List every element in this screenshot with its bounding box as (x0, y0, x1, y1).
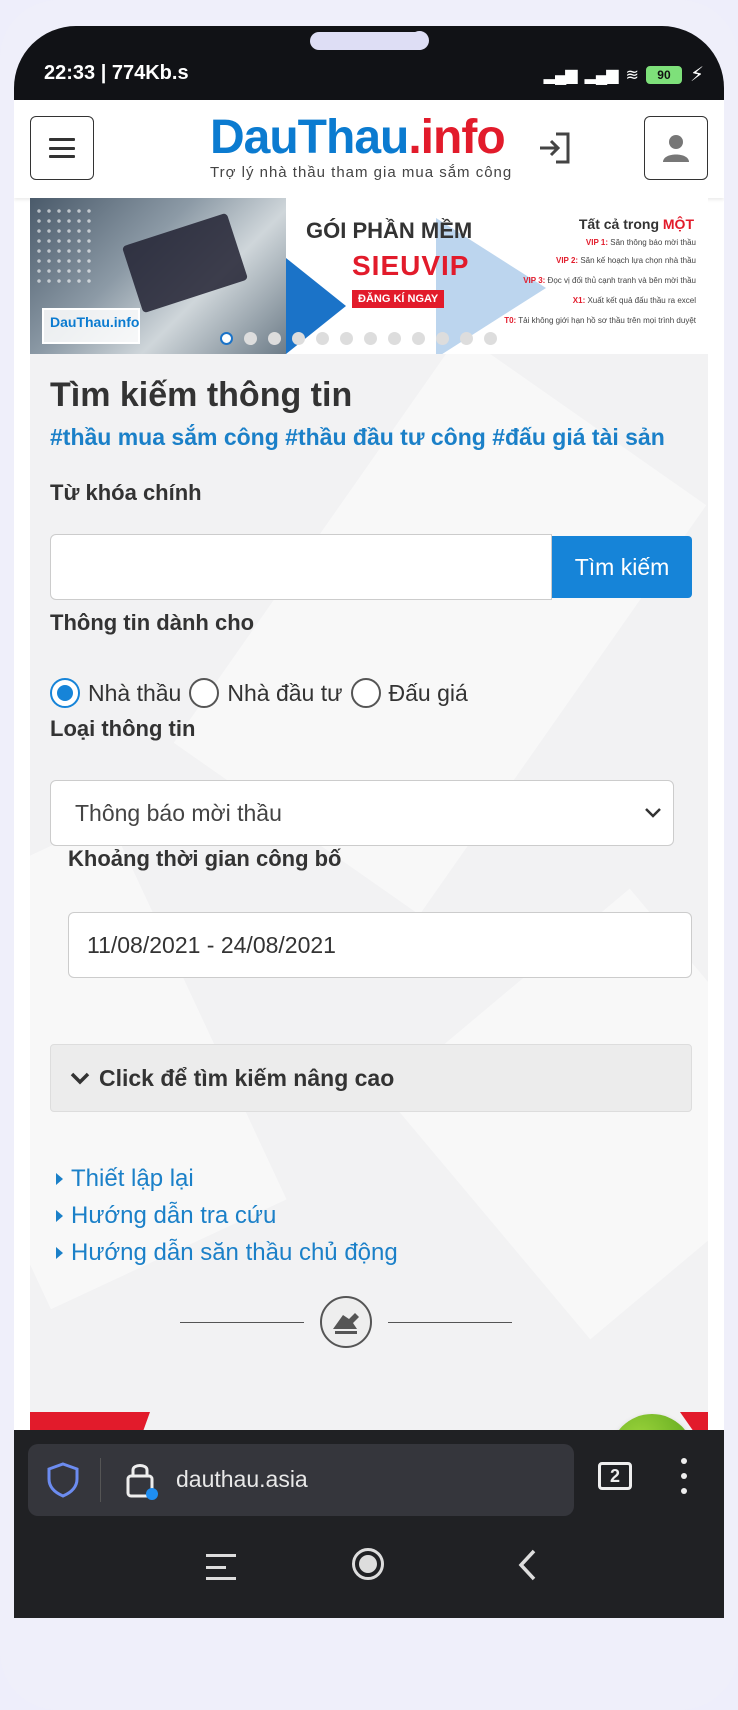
slider-dot[interactable] (460, 332, 473, 345)
slider-dot[interactable] (292, 332, 305, 345)
login-icon[interactable] (534, 128, 574, 168)
banner-product: SIEUVIP (352, 250, 470, 281)
slider-dot[interactable] (340, 332, 353, 345)
radio-label: Nhà thầu (88, 679, 182, 706)
advanced-search-label: Click để tìm kiếm nâng cao (99, 1064, 395, 1091)
slider-dot[interactable] (436, 332, 449, 345)
search-title: Tìm kiếm thông tin (50, 376, 353, 414)
recent-apps-icon[interactable] (206, 1554, 236, 1580)
radio-checked-icon (50, 678, 80, 708)
slider-dot[interactable] (268, 332, 281, 345)
site-header: DauThau.info Trợ lý nhà thầu tham gia mu… (14, 100, 724, 198)
caret-right-icon (56, 1172, 63, 1185)
type-select-value: Thông báo mời thầu (75, 800, 282, 826)
radio-unchecked-icon (350, 678, 381, 708)
tab-switcher-button[interactable]: 2 (598, 1462, 632, 1490)
menu-button[interactable] (30, 116, 94, 180)
browser-toolbar: dauthau.asia 2 (14, 1430, 724, 1518)
search-tags: #thầu mua sắm công #thầu đầu tư công #đấ… (50, 424, 665, 450)
banner-cta: ĐĂNG KÍ NGAY (352, 290, 445, 308)
banner-feature: X1: Xuất kết quả đấu thầu ra excel (572, 296, 696, 305)
user-icon (663, 135, 689, 162)
front-camera (410, 31, 429, 50)
status-time: 22:33 | 774Kb.s (44, 62, 189, 84)
search-panel: Tìm kiếm thông tin #thầu mua sắm công #t… (30, 354, 708, 1430)
radio-unchecked-icon (189, 678, 220, 708)
section-divider (180, 1292, 580, 1352)
banner-features: Tất cả trong MỘT VIP 1: Săn thông báo mờ… (504, 198, 708, 354)
logo-wordmark: DauThau.info (210, 112, 530, 164)
banner-features-title: Tất cả trong MỘT (578, 216, 694, 232)
news-ticker (30, 1412, 708, 1430)
slider-dot[interactable] (484, 332, 497, 345)
hamburger-icon (49, 138, 75, 158)
slider-dot[interactable] (388, 332, 401, 345)
banner-brand: DauThau.info (42, 308, 140, 344)
logo-text-main: DauThau (210, 111, 409, 164)
audience-label: Thông tin dành cho (50, 610, 255, 635)
chevron-down-icon (70, 1072, 90, 1085)
lookup-guide-link[interactable]: Hướng dẫn tra cứu (56, 1197, 398, 1234)
back-icon[interactable] (514, 1548, 542, 1582)
url-text: dauthau.asia (176, 1466, 308, 1492)
search-button[interactable]: Tìm kiếm (552, 536, 692, 598)
slider-dot[interactable] (220, 332, 233, 345)
phone-frame: 22:33 | 774Kb.s ▂▄▆ ▂▄▆ ≋ 90 ⚡ DauThau.i… (0, 0, 738, 1710)
charging-icon: ⚡ (689, 64, 704, 86)
type-label: Loại thông tin (50, 716, 196, 741)
banner-feature: VIP 2: Săn kế hoạch lựa chọn nhà thầu (556, 256, 696, 265)
slider-dot[interactable] (316, 332, 329, 345)
banner-feature: T0: Tải không giới hạn hồ sơ thầu trên m… (504, 316, 696, 325)
home-icon[interactable] (352, 1548, 384, 1580)
address-bar[interactable]: dauthau.asia (28, 1444, 574, 1516)
browser-viewport: DauThau.info Trợ lý nhà thầu tham gia mu… (14, 100, 724, 1430)
lock-icon (126, 1464, 158, 1500)
radio-label: Đấu giá (388, 679, 468, 706)
banner-photo: DauThau.info (30, 198, 286, 354)
keyword-input[interactable] (50, 534, 552, 600)
date-label: Khoảng thời gian công bố (68, 846, 342, 871)
banner-feature: VIP 1: Săn thông báo mời thầu (585, 238, 696, 247)
caret-right-icon (56, 1246, 63, 1259)
date-range-input[interactable]: 11/08/2021 - 24/08/2021 (68, 912, 692, 978)
shield-icon[interactable] (46, 1462, 80, 1498)
signal-2-icon: ▂▄▆ (584, 66, 619, 84)
signal-icon: ▂▄▆ (543, 66, 578, 84)
status-icons: ▂▄▆ ▂▄▆ ≋ 90 ⚡ (544, 62, 704, 87)
banner-offer: GÓI PHẦN MỀM SIEUVIP ĐĂNG KÍ NGAY (286, 198, 546, 354)
help-links: Thiết lập lại Hướng dẫn tra cứu Hướng dẫ… (56, 1160, 398, 1271)
battery-icon: 90 (645, 65, 682, 84)
chevron-down-icon (645, 808, 661, 818)
slider-dot[interactable] (364, 332, 377, 345)
banner-title: GÓI PHẦN MỀM (306, 218, 473, 243)
radio-nha-dau-tu[interactable]: Nhà đầu tư (189, 678, 343, 708)
audience-radio-group: Nhà thầu Nhà đầu tư Đấu giá (50, 678, 476, 708)
logo-text-suffix: .info (408, 111, 505, 164)
banner-feature: VIP 3: Đọc vị đối thủ cạnh tranh và bên … (523, 276, 696, 285)
advanced-search-toggle[interactable]: Click để tìm kiếm nâng cao (50, 1044, 692, 1112)
promo-banner[interactable]: DauThau.info GÓI PHẦN MỀM SIEUVIP ĐĂNG K… (30, 198, 708, 354)
slider-dots (220, 332, 497, 345)
active-bidding-guide-link[interactable]: Hướng dẫn săn thầu chủ động (56, 1234, 398, 1271)
status-bar: 22:33 | 774Kb.s ▂▄▆ ▂▄▆ ≋ 90 ⚡ (44, 60, 704, 92)
gavel-icon (320, 1296, 372, 1348)
reset-link[interactable]: Thiết lập lại (56, 1160, 398, 1197)
radio-dau-gia[interactable]: Đấu giá (350, 678, 468, 708)
keyword-label: Từ khóa chính (50, 480, 202, 505)
caret-right-icon (56, 1209, 63, 1222)
site-logo[interactable]: DauThau.info Trợ lý nhà thầu tham gia mu… (210, 112, 530, 186)
system-nav-bar (14, 1518, 724, 1618)
user-account-button[interactable] (644, 116, 708, 180)
logo-tagline: Trợ lý nhà thầu tham gia mua sắm công (210, 164, 513, 181)
slider-dot[interactable] (244, 332, 257, 345)
radio-nha-thau[interactable]: Nhà thầu (50, 678, 181, 708)
radio-label: Nhà đầu tư (227, 679, 343, 706)
type-select[interactable]: Thông báo mời thầu (50, 780, 674, 846)
more-options-icon[interactable] (680, 1458, 688, 1494)
wifi-icon: ≋ (625, 66, 639, 84)
slider-dot[interactable] (412, 332, 425, 345)
